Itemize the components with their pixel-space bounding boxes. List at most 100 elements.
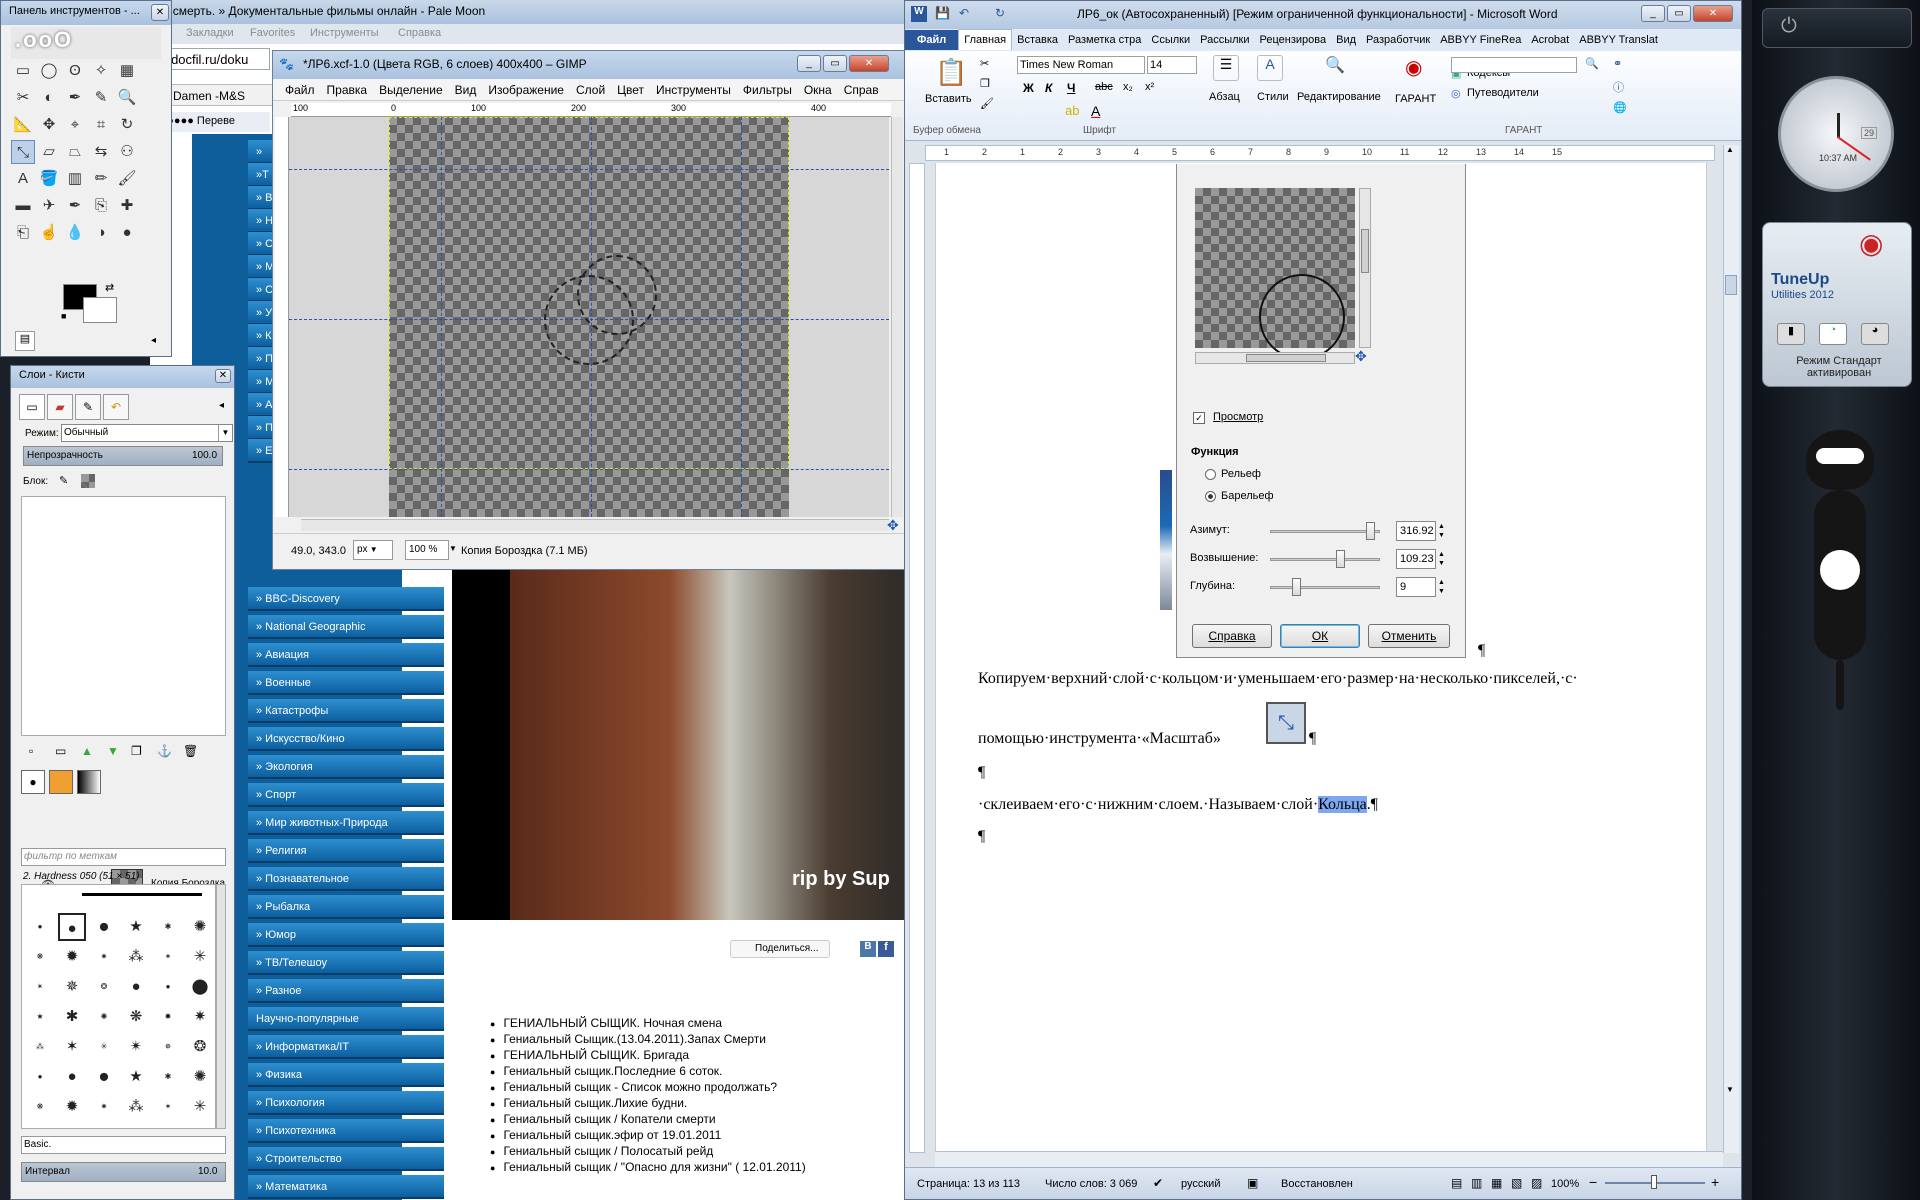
brush-swatch[interactable]: ✱	[58, 1003, 86, 1031]
gimp-menu-item[interactable]: Окна	[798, 79, 838, 101]
redo-icon[interactable]: ↻	[995, 6, 1005, 20]
undo-icon[interactable]: ↶	[959, 6, 969, 20]
brush-swatch[interactable]: ✵	[58, 1123, 86, 1128]
azimuth-knob[interactable]	[1366, 522, 1375, 540]
nav-item[interactable]: » Авиация	[248, 643, 444, 667]
rect-select-icon[interactable]: ▭	[11, 59, 35, 83]
duplicate-layer-icon[interactable]: ❐	[131, 744, 142, 758]
paragraph-icon[interactable]: ☰	[1213, 55, 1239, 81]
list-item[interactable]: ● Гениальный сыщик.Лихие будни.	[490, 1096, 687, 1110]
brush-filter-input[interactable]: фильтр по меткам	[21, 848, 226, 866]
gimp-menu-item[interactable]: Изображение	[482, 79, 570, 101]
list-item[interactable]: ● Гениальный сыщик / Полосатый рейд	[490, 1144, 713, 1158]
nav-item[interactable]: » Математика	[248, 1175, 444, 1199]
cage-icon[interactable]: ⚇	[115, 140, 139, 164]
brush-swatch[interactable]: ⬤	[186, 1123, 214, 1128]
nav-item[interactable]: » Разное	[248, 979, 444, 1003]
styles-button[interactable]: Стили	[1257, 91, 1289, 103]
mode-select[interactable]: Обычный ▼	[61, 424, 233, 442]
bold-button[interactable]: Ж	[1023, 81, 1034, 95]
brush-swatch[interactable]: ✷	[90, 1093, 118, 1121]
brush-swatch[interactable]: ❂	[90, 973, 118, 1001]
brush-swatch[interactable]: ✵	[154, 1033, 182, 1061]
nav-item[interactable]: » Военные	[248, 671, 444, 695]
background-color[interactable]	[83, 297, 117, 323]
blur-icon[interactable]: 💧	[63, 221, 87, 245]
brush-swatch[interactable]: ⁂	[26, 1033, 54, 1061]
economy-mode-icon[interactable]: ▮	[1777, 323, 1805, 345]
brush-scrollbar[interactable]	[216, 884, 226, 1129]
list-item[interactable]: ● Гениальный сыщик.эфир от 19.01.2011	[490, 1128, 721, 1142]
foreground-select-icon[interactable]: ◐	[37, 86, 61, 110]
brush-swatch[interactable]: ★	[26, 1003, 54, 1031]
measure-icon[interactable]: 📐	[11, 113, 35, 137]
status-words[interactable]: Число слов: 3 069	[1045, 1178, 1137, 1190]
brush-swatch[interactable]: ❋	[26, 943, 54, 971]
ok-button[interactable]: ОК	[1280, 624, 1360, 648]
elevation-slider[interactable]	[1270, 558, 1380, 561]
unit-select[interactable]: px ▼	[353, 540, 393, 560]
brush-swatch[interactable]: ✺	[90, 1003, 118, 1031]
align-icon[interactable]: ⌖	[63, 113, 87, 137]
globe-icon[interactable]: 🌐	[1613, 101, 1627, 114]
superscript-button[interactable]: x²	[1145, 81, 1154, 93]
power-icon[interactable]: ⏻	[1781, 15, 1797, 38]
brush-swatch[interactable]: ✱	[154, 913, 182, 941]
brush-swatch[interactable]: ⬤	[186, 973, 214, 1001]
gradients-tab-icon[interactable]	[77, 770, 101, 794]
nav-item[interactable]: » Физика	[248, 1063, 444, 1087]
standard-mode-icon[interactable]: ◔	[1819, 323, 1847, 345]
minimize-button[interactable]: _	[797, 55, 821, 72]
status-page[interactable]: Страница: 13 из 113	[917, 1178, 1020, 1190]
zoom-out-icon[interactable]: −	[1589, 1174, 1597, 1190]
ellipse-select-icon[interactable]: ◯	[37, 59, 61, 83]
underline-button[interactable]: Ч	[1067, 81, 1075, 95]
macro-icon[interactable]: ▣	[1247, 1176, 1258, 1190]
word-minimize-button[interactable]: _	[1641, 5, 1665, 22]
default-colors-icon[interactable]: ■	[61, 311, 66, 321]
browser-menu-tools[interactable]: Инструменты	[310, 27, 379, 39]
elevation-input[interactable]: 109.23	[1396, 549, 1436, 569]
cancel-button[interactable]: Отменить	[1368, 624, 1450, 648]
maximize-button[interactable]: ▭	[823, 55, 847, 72]
canvas-area[interactable]	[289, 117, 889, 517]
link-icon[interactable]: ⚭	[1613, 57, 1622, 70]
brush-swatch[interactable]: ✹	[154, 1003, 182, 1031]
brush-swatch[interactable]: ★	[122, 913, 150, 941]
brush-preset-select[interactable]: Basic.	[21, 1136, 226, 1154]
nav-item[interactable]: » Искусство/Кино	[248, 727, 444, 751]
editing-icon[interactable]: 🔍	[1325, 55, 1345, 75]
ribbon-tab[interactable]: Рецензирова	[1255, 30, 1332, 50]
list-item[interactable]: ● ГЕНИАЛЬНЫЙ СЫЩИК. Ночная смена	[490, 1016, 722, 1030]
color-select-icon[interactable]: ▦	[115, 59, 139, 83]
delete-layer-icon[interactable]: 🗑	[183, 744, 198, 758]
nav-item[interactable]: » Психотехника	[248, 1119, 444, 1143]
ribbon-tab[interactable]: Разработчик	[1361, 30, 1435, 50]
paragraph-button[interactable]: Абзац	[1209, 91, 1240, 103]
view-draft-icon[interactable]: ▨	[1531, 1176, 1542, 1190]
brush-swatch[interactable]: ❂	[90, 1123, 118, 1128]
vertical-scrollbar[interactable]	[891, 117, 903, 517]
blend-icon[interactable]: ▥	[63, 167, 87, 191]
new-layer-icon[interactable]: ▫	[29, 744, 33, 758]
shear-icon[interactable]: ▱	[37, 140, 61, 164]
depth-slider[interactable]	[1270, 586, 1380, 589]
toolbox-menu-icon[interactable]: ◂	[151, 335, 156, 346]
swap-colors-icon[interactable]: ⇄	[105, 281, 114, 294]
emboss-option[interactable]: Рельеф	[1205, 468, 1261, 480]
elevation-knob[interactable]	[1336, 550, 1345, 568]
gimp-menu-item[interactable]: Цвет	[611, 79, 650, 101]
font-color-button[interactable]: A	[1091, 103, 1100, 119]
dodge-icon[interactable]: ◑	[89, 221, 113, 245]
fuzzy-select-icon[interactable]: ✧	[89, 59, 113, 83]
layers-close-button[interactable]: ✕	[215, 369, 231, 383]
brush-swatch[interactable]: ✹	[58, 943, 86, 971]
lasso-icon[interactable]: ʘ	[63, 59, 87, 83]
gimp-menu-item[interactable]: Справ	[838, 79, 885, 101]
brush-swatch[interactable]: ⬤	[90, 913, 118, 941]
brush-swatch[interactable]: ●	[58, 1063, 86, 1091]
brush-swatch[interactable]: ✵	[58, 973, 86, 1001]
gimp-menu-item[interactable]: Инструменты	[650, 79, 737, 101]
list-item[interactable]: ● Гениальный сыщик / Копатели смерти	[490, 1112, 716, 1126]
zoom-thumb[interactable]	[1651, 1175, 1657, 1189]
